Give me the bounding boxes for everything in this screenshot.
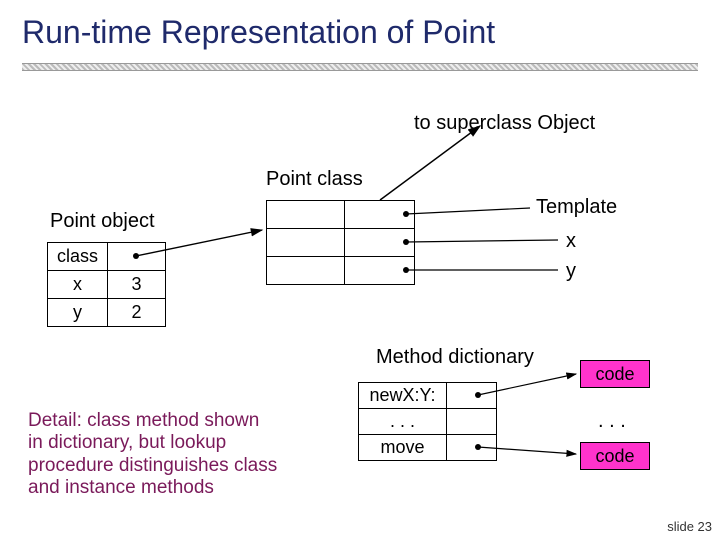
md-ellipsis-ptr: [447, 409, 497, 435]
md-move: move: [359, 435, 447, 461]
md-newxy: newX:Y:: [359, 383, 447, 409]
tpl-row2-left: [267, 229, 345, 257]
pobj-classptr-cell: [108, 243, 166, 271]
code-ellipsis: . . .: [598, 410, 626, 433]
method-dict-table: newX:Y: . . . move: [358, 382, 497, 461]
tpl-row3-right: [345, 257, 415, 285]
tpl-row2-right: [345, 229, 415, 257]
tpl-row3-left: [267, 257, 345, 285]
point-object-label: Point object: [50, 210, 155, 233]
tpl-row1-left: [267, 201, 345, 229]
superclass-label: to superclass Object: [414, 112, 595, 135]
md-ellipsis: . . .: [359, 409, 447, 435]
point-object-table: class x3 y2: [47, 242, 166, 327]
pobj-class-cell: class: [48, 243, 108, 271]
md-move-ptr: [447, 435, 497, 461]
template-label: Template: [536, 196, 617, 219]
point-class-table: [266, 200, 415, 285]
tpl-row1-right: [345, 201, 415, 229]
pobj-y-label: y: [48, 299, 108, 327]
method-dict-label: Method dictionary: [376, 346, 534, 369]
pobj-y-val: 2: [108, 299, 166, 327]
pobj-x-val: 3: [108, 271, 166, 299]
point-class-label: Point class: [266, 168, 363, 191]
template-y: y: [566, 260, 576, 283]
slide-title: Run-time Representation of Point: [0, 0, 720, 51]
md-newxy-ptr: [447, 383, 497, 409]
code-box-2: code: [580, 442, 650, 470]
diagram-canvas: to superclass Object Point class Point o…: [0, 82, 720, 540]
code-box-1: code: [580, 360, 650, 388]
template-x: x: [566, 230, 576, 253]
title-divider: [22, 63, 698, 71]
detail-note: Detail: class method shown in dictionary…: [28, 410, 278, 500]
slide-number: slide 23: [667, 519, 712, 534]
pobj-x-label: x: [48, 271, 108, 299]
